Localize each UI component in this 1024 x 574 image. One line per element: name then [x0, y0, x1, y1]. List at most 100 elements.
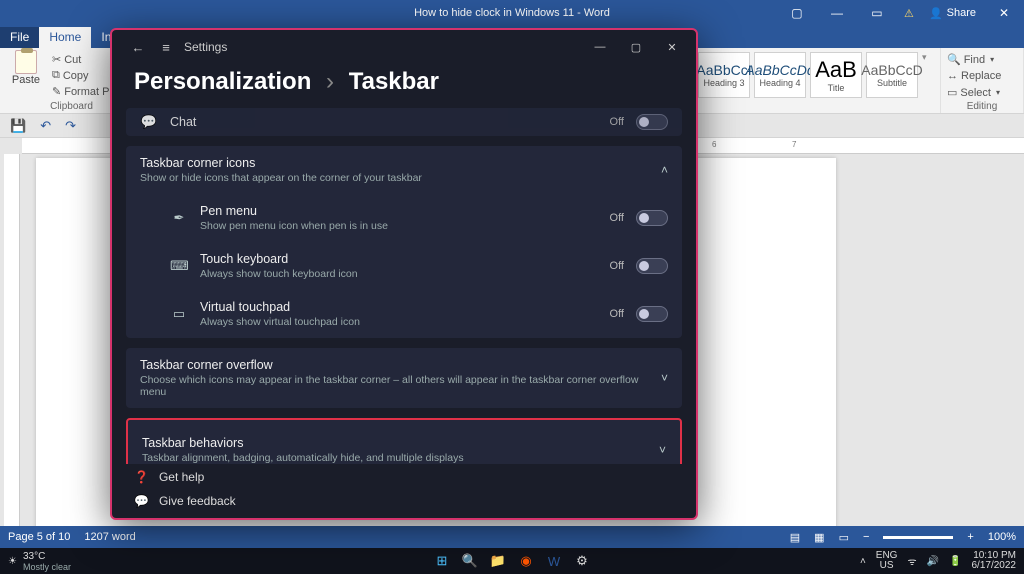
tab-file[interactable]: File [0, 27, 39, 48]
zoom-out-icon[interactable]: − [863, 531, 869, 543]
taskbar-clock[interactable]: 10:10 PM 6/17/2022 [972, 551, 1017, 572]
chevron-down-icon: ˅ [659, 443, 666, 457]
section-title: Taskbar behaviors [142, 436, 647, 450]
corner-icons-header[interactable]: Taskbar corner icons Show or hide icons … [126, 146, 682, 194]
copy-label: Copy [63, 70, 89, 82]
row-title: Pen menu [200, 204, 598, 218]
give-feedback-link[interactable]: 💬 Give feedback [134, 494, 674, 508]
group-styles: AaBbCcIHeading 3 AaBbCcDdHeading 4 AaBTi… [692, 48, 941, 113]
nav-icon[interactable]: ≡ [152, 40, 180, 55]
undo-icon[interactable]: ↶ [40, 118, 51, 134]
chevron-right-icon: › [326, 68, 334, 95]
tab-home[interactable]: Home [39, 27, 91, 48]
corner-icons-section: Taskbar corner icons Show or hide icons … [126, 146, 682, 338]
page-indicator[interactable]: Page 5 of 10 [8, 531, 70, 543]
word-statusbar: Page 5 of 10 1207 word ▤ ▦ ▭ − + 100% [0, 526, 1024, 548]
touchpad-icon: ▭ [170, 306, 188, 322]
style-subtitle[interactable]: AaBbCcDSubtitle [866, 52, 918, 98]
row-title: Touch keyboard [200, 252, 598, 266]
share-icon: 👤 [929, 7, 943, 20]
row-subtitle: Show pen menu icon when pen is in use [200, 220, 598, 232]
replace-icon: ↔ [947, 70, 958, 82]
cut-label: Cut [64, 54, 81, 66]
view-print-icon[interactable]: ▦ [814, 531, 824, 544]
settings-window: ← ≡ Settings — ▢ ✕ Personalization › Tas… [110, 28, 698, 520]
section-subtitle: Taskbar alignment, badging, automaticall… [142, 452, 647, 464]
overflow-section[interactable]: Taskbar corner overflow Choose which ico… [126, 348, 682, 408]
settings-icon[interactable]: ⚙ [573, 552, 591, 570]
windows-taskbar: ☀ 33°C Mostly clear ⊞ 🔍 📁 ◉ W ⚙ ˄ ENG US… [0, 548, 1024, 574]
ruler-mark: 6 [712, 140, 716, 149]
style-title[interactable]: AaBTitle [810, 52, 862, 98]
settings-body: 💬 Chat Off Taskbar corner icons Show or … [112, 108, 696, 464]
start-icon[interactable]: ⊞ [433, 552, 451, 570]
chat-row-partial[interactable]: 💬 Chat Off [126, 108, 682, 136]
get-help-link[interactable]: ❓ Get help [134, 470, 674, 484]
taskbar-behaviors-section[interactable]: Taskbar behaviors Taskbar alignment, bad… [126, 418, 682, 464]
style-label: Title [828, 83, 845, 93]
word-icon[interactable]: W [545, 552, 563, 570]
word-minimize-icon[interactable]: — [817, 6, 857, 20]
paste-button[interactable]: Paste [6, 50, 46, 99]
help-label: Get help [159, 470, 204, 484]
zoom-level[interactable]: 100% [988, 531, 1016, 543]
taskbar-weather[interactable]: ☀ 33°C Mostly clear [0, 551, 79, 572]
settings-minimize-icon[interactable]: — [582, 41, 618, 53]
virtual-touchpad-row[interactable]: ▭ Virtual touchpad Always show virtual t… [126, 290, 682, 338]
toggle-state: Off [610, 212, 624, 224]
chevron-down-icon: ˅ [661, 371, 668, 385]
word-close-icon[interactable]: ✕ [984, 6, 1024, 20]
word-restore-icon[interactable]: ▭ [857, 6, 897, 20]
style-label: Heading 4 [759, 78, 800, 88]
touchpad-toggle[interactable] [636, 306, 668, 322]
toggle-state: Off [610, 260, 624, 272]
section-subtitle: Show or hide icons that appear on the co… [140, 172, 649, 184]
battery-icon[interactable]: 🔋 [949, 556, 961, 567]
section-title: Taskbar corner icons [140, 156, 649, 170]
chevron-down-icon: ▾ [996, 88, 1000, 97]
back-icon[interactable]: ← [124, 40, 152, 55]
replace-button[interactable]: ↔Replace [947, 69, 1017, 83]
language-indicator[interactable]: ENG US [876, 551, 898, 572]
pen-toggle[interactable] [636, 210, 668, 226]
redo-icon[interactable]: ↷ [65, 118, 76, 134]
settings-close-icon[interactable]: ✕ [654, 41, 690, 54]
breadcrumb-root[interactable]: Personalization [134, 68, 311, 95]
word-share-button[interactable]: 👤 Share [921, 7, 984, 20]
volume-icon[interactable]: 🔊 [927, 556, 939, 567]
style-heading4[interactable]: AaBbCcDdHeading 4 [754, 52, 806, 98]
style-sample: AaBbCcD [861, 62, 922, 78]
weather-icon: ☀ [8, 556, 17, 567]
find-label: Find [964, 54, 985, 66]
view-web-icon[interactable]: ▭ [839, 531, 849, 544]
select-button[interactable]: ▭Select▾ [947, 85, 1017, 100]
help-icon: ❓ [134, 470, 149, 484]
tray-chevron-icon[interactable]: ˄ [860, 556, 866, 567]
touch-keyboard-row[interactable]: ⌨ Touch keyboard Always show touch keybo… [126, 242, 682, 290]
find-button[interactable]: 🔍Find▾ [947, 52, 1017, 67]
save-icon[interactable]: 💾 [10, 118, 26, 134]
brave-icon[interactable]: ◉ [517, 552, 535, 570]
style-sample: AaBbCcI [696, 62, 751, 78]
settings-maximize-icon[interactable]: ▢ [618, 41, 654, 54]
pen-menu-row[interactable]: ✒ Pen menu Show pen menu icon when pen i… [126, 194, 682, 242]
zoom-in-icon[interactable]: + [967, 531, 973, 543]
keyboard-icon: ⌨ [170, 258, 188, 274]
wifi-icon[interactable]: ᯤ [907, 554, 916, 568]
touch-toggle[interactable] [636, 258, 668, 274]
breadcrumb: Personalization › Taskbar [112, 64, 696, 108]
search-icon[interactable]: 🔍 [461, 552, 479, 570]
ruler-vertical[interactable] [4, 154, 20, 526]
view-read-icon[interactable]: ▤ [790, 531, 800, 544]
explorer-icon[interactable]: 📁 [489, 552, 507, 570]
zoom-slider[interactable] [883, 536, 953, 539]
word-count[interactable]: 1207 word [84, 531, 135, 543]
word-warning-icon: ⚠ [897, 7, 921, 20]
style-heading3[interactable]: AaBbCcIHeading 3 [698, 52, 750, 98]
feedback-label: Give feedback [159, 494, 236, 508]
chat-toggle[interactable] [636, 114, 668, 130]
styles-more-button[interactable]: ▾ [922, 52, 934, 63]
word-ribbon-options-icon[interactable]: ▢ [777, 6, 817, 20]
toggle-state: Off [610, 308, 624, 320]
group-label [698, 101, 934, 113]
